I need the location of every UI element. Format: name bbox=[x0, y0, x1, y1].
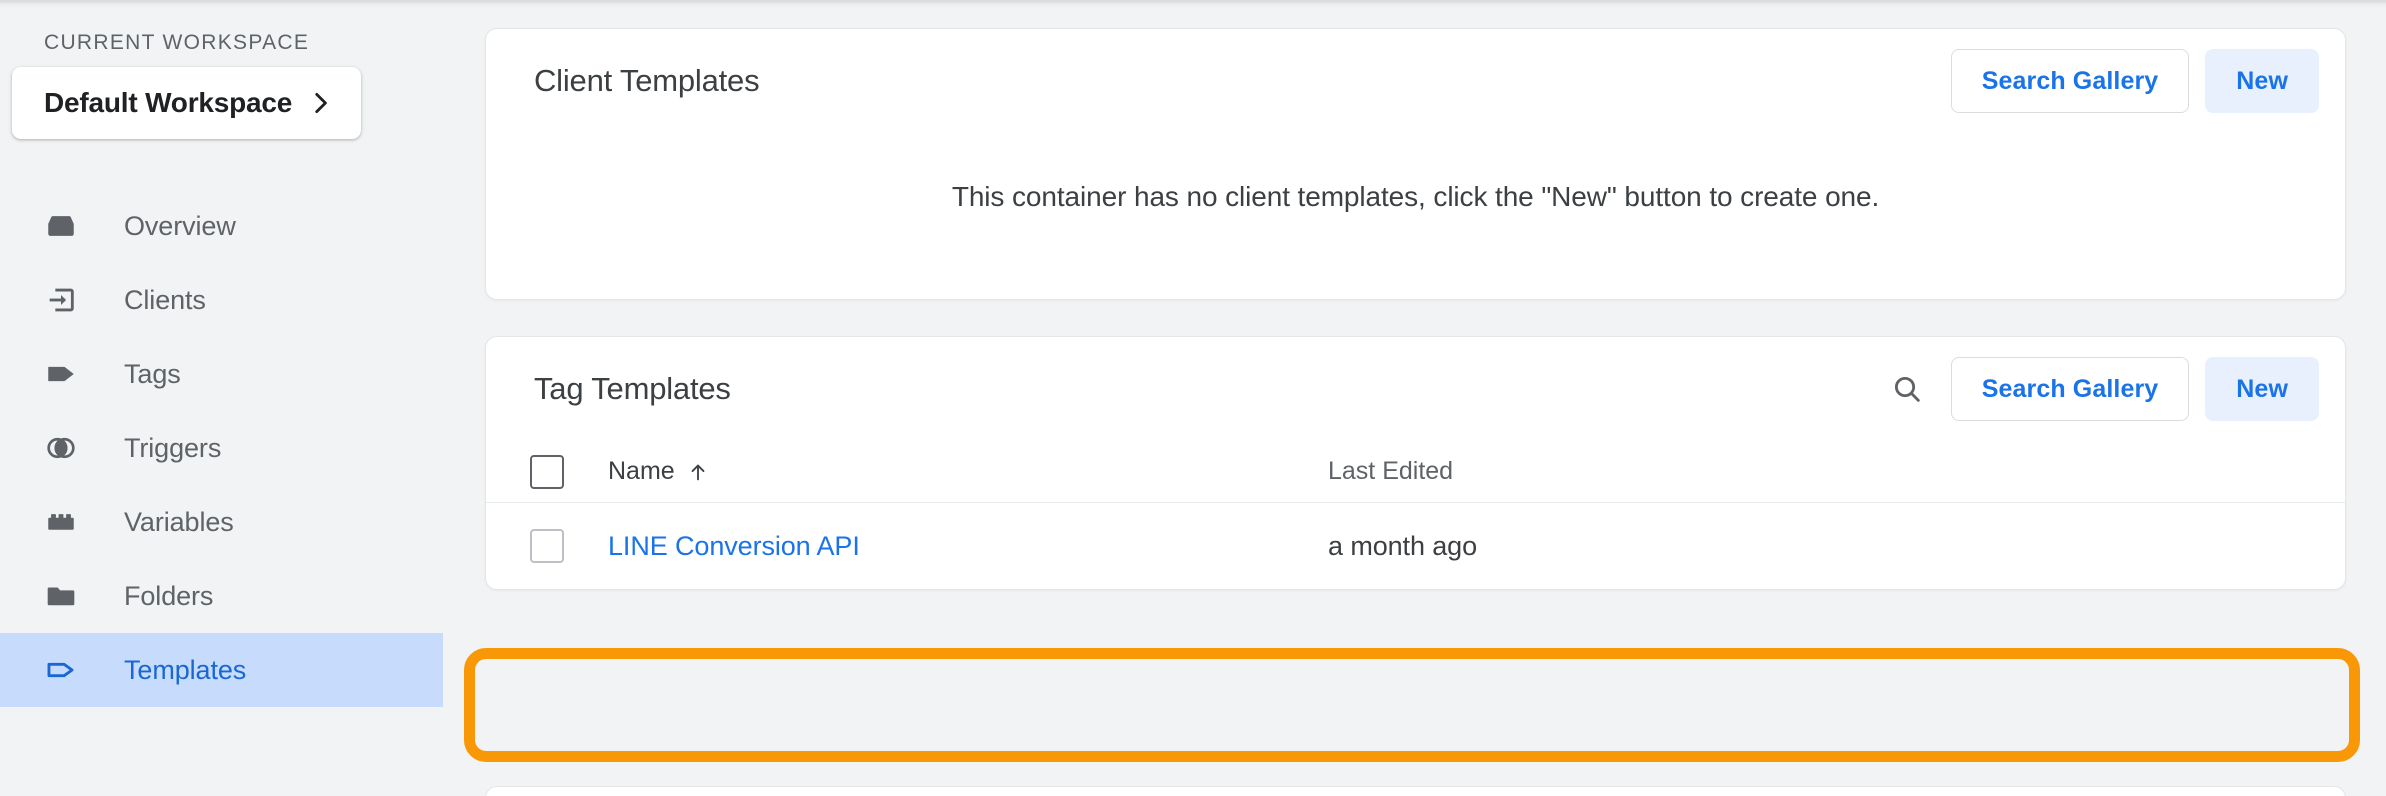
folders-icon bbox=[40, 575, 82, 617]
tag-templates-new-button[interactable]: New bbox=[2205, 357, 2319, 421]
next-card-stub bbox=[485, 786, 2346, 796]
sidebar-item-label: Tags bbox=[124, 358, 181, 389]
sidebar: CURRENT WORKSPACE Default Workspace Over… bbox=[0, 0, 443, 796]
variables-icon bbox=[40, 501, 82, 543]
card-gap bbox=[485, 300, 2346, 336]
triggers-icon bbox=[40, 427, 82, 469]
workspace-name: Default Workspace bbox=[44, 87, 293, 118]
sidebar-item-overview[interactable]: Overview bbox=[0, 189, 443, 263]
row-select-checkbox[interactable] bbox=[530, 529, 564, 563]
templates-icon bbox=[40, 649, 82, 691]
sidebar-item-label: Variables bbox=[124, 506, 234, 537]
search-icon[interactable] bbox=[1877, 359, 1937, 419]
workspace-selector[interactable]: Default Workspace bbox=[12, 67, 361, 139]
sidebar-item-label: Triggers bbox=[124, 432, 222, 463]
client-templates-card: Client Templates Search Gallery New This… bbox=[485, 28, 2346, 300]
table-row[interactable]: LINE Conversion API a month ago bbox=[486, 503, 2345, 589]
overview-icon bbox=[40, 205, 82, 247]
tag-templates-title: Tag Templates bbox=[534, 371, 731, 406]
client-templates-new-button[interactable]: New bbox=[2205, 49, 2319, 113]
sidebar-nav: Overview Clients Tags Triggers Variables… bbox=[0, 189, 443, 707]
main-content: Client Templates Search Gallery New This… bbox=[443, 0, 2386, 796]
sidebar-item-variables[interactable]: Variables bbox=[0, 485, 443, 559]
sidebar-item-label: Overview bbox=[124, 210, 236, 241]
sidebar-item-folders[interactable]: Folders bbox=[0, 559, 443, 633]
sidebar-item-tags[interactable]: Tags bbox=[0, 337, 443, 411]
sidebar-item-label: Folders bbox=[124, 580, 214, 611]
sidebar-item-triggers[interactable]: Triggers bbox=[0, 411, 443, 485]
sidebar-item-label: Clients bbox=[124, 284, 206, 315]
sort-ascending-icon bbox=[687, 461, 709, 483]
template-last-edited: a month ago bbox=[1328, 530, 1478, 561]
column-header-name-label: Name bbox=[608, 457, 675, 485]
sidebar-item-templates[interactable]: Templates bbox=[0, 633, 443, 707]
clients-icon bbox=[40, 279, 82, 321]
tag-templates-card: Tag Templates Search Gallery New Name La… bbox=[485, 336, 2346, 590]
client-templates-search-gallery-button[interactable]: Search Gallery bbox=[1950, 49, 2190, 113]
column-header-name[interactable]: Name bbox=[608, 457, 1248, 486]
tag-templates-table-header: Name Last Edited bbox=[486, 441, 2345, 503]
current-workspace-label: CURRENT WORKSPACE bbox=[44, 31, 310, 54]
gtm-templates-page: CURRENT WORKSPACE Default Workspace Over… bbox=[0, 0, 2386, 796]
column-header-last-edited: Last Edited bbox=[1328, 457, 1454, 485]
client-templates-empty-message: This container has no client templates, … bbox=[951, 181, 1880, 212]
tag-templates-header: Tag Templates Search Gallery New bbox=[486, 337, 2345, 441]
sidebar-item-label: Templates bbox=[124, 654, 247, 685]
chevron-right-icon bbox=[307, 90, 333, 116]
workspace-section: CURRENT WORKSPACE Default Workspace bbox=[0, 30, 443, 139]
tags-icon bbox=[40, 353, 82, 395]
tag-templates-search-gallery-button[interactable]: Search Gallery bbox=[1950, 357, 2190, 421]
select-all-checkbox[interactable] bbox=[530, 454, 564, 489]
template-name-link[interactable]: LINE Conversion API bbox=[608, 531, 1248, 562]
sidebar-item-clients[interactable]: Clients bbox=[0, 263, 443, 337]
client-templates-header: Client Templates Search Gallery New bbox=[486, 29, 2345, 133]
client-templates-title: Client Templates bbox=[534, 63, 760, 98]
